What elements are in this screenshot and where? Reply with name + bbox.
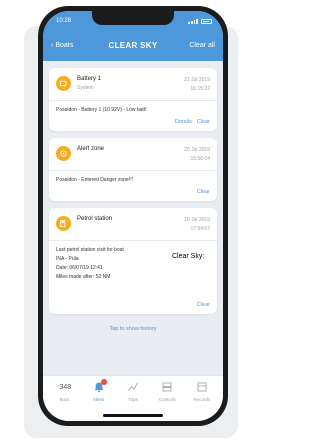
alert-date: 21 Jul 2019: [184, 77, 210, 83]
status-time: 10:28: [56, 18, 72, 24]
divider: [49, 240, 217, 241]
phone-notch: [92, 11, 174, 25]
tab-label: Controls: [159, 397, 176, 402]
zone-alert-icon: [56, 146, 71, 161]
tab-label: Records: [193, 397, 211, 402]
alert-date: 20 Jul 2019: [184, 147, 210, 153]
alert-time: 16:15:22: [190, 86, 210, 92]
alert-message: Last petrol station visit for boat INA -…: [56, 246, 210, 282]
chevron-left-icon: ‹: [51, 41, 54, 49]
alert-card-petrol: Petrol station 10 Jul 2019 17:54:57 Last…: [49, 208, 217, 314]
clear-button[interactable]: Clear: [197, 119, 210, 125]
battery-alert-icon: [56, 76, 71, 91]
notification-badge: [100, 379, 107, 385]
tab-label: Alerts: [92, 397, 105, 402]
details-button[interactable]: Details: [175, 119, 192, 125]
phone-screen: 10:28 ‹ Boats CLEAR SKY Clear all Batter…: [43, 11, 223, 421]
phone-frame: 10:28 ‹ Boats CLEAR SKY Clear all Batter…: [38, 6, 228, 426]
divider: [49, 170, 217, 171]
tab-label: Trips: [128, 397, 138, 402]
alert-message: Poseidon - Battery 1 (10.92V) - Low batt…: [56, 107, 147, 113]
signal-icon: [188, 18, 198, 24]
boat-value: 348: [59, 383, 72, 391]
tab-bar: ◜ 348 Boat Alerts Trips Controls Records: [43, 375, 223, 421]
alert-name: Battery 1: [77, 76, 102, 82]
divider: [49, 100, 217, 101]
clear-button[interactable]: Clear: [197, 189, 210, 195]
alert-message: Poseidon - Entered Danger zone!!!: [56, 177, 133, 183]
show-history-link[interactable]: Tap to show history: [49, 326, 217, 332]
alert-name: Petrol station: [77, 216, 113, 222]
overlay-label: Clear Sky:: [170, 253, 207, 260]
back-label: Boats: [55, 41, 74, 49]
alert-list: Battery 1 System 21 Jul 2019 16:15:22 Po…: [43, 61, 223, 332]
alert-date: 10 Jul 2019: [184, 217, 210, 223]
alert-time: 17:54:57: [190, 226, 210, 232]
message-line: Date: 06/07/19 12:41: [56, 265, 103, 271]
tab-boat[interactable]: ◜ 348 Boat: [47, 380, 81, 421]
alert-card-battery: Battery 1 System 21 Jul 2019 16:15:22 Po…: [49, 68, 217, 131]
controls-icon: [162, 382, 172, 392]
alert-time: 15:56:04: [190, 156, 210, 162]
clear-button[interactable]: Clear: [197, 302, 210, 308]
status-icons: [188, 18, 212, 24]
nav-bar: ‹ Boats CLEAR SKY Clear all: [43, 31, 223, 59]
message-line: Miles made after: 52 NM: [56, 274, 111, 280]
clear-all-button[interactable]: Clear all: [189, 42, 215, 49]
tab-label: Boat: [59, 397, 69, 402]
tab-records[interactable]: Records: [185, 380, 219, 421]
fuel-icon: [56, 216, 71, 231]
trips-icon: [128, 382, 138, 392]
alert-name: Alert zone: [77, 146, 105, 152]
records-icon: [197, 382, 207, 392]
alert-category: System: [77, 85, 94, 91]
back-button[interactable]: ‹ Boats: [51, 42, 73, 49]
alert-card-zone: Alert zone 20 Jul 2019 15:56:04 Poseidon…: [49, 138, 217, 201]
home-indicator: [103, 414, 163, 417]
battery-icon: [201, 18, 212, 24]
